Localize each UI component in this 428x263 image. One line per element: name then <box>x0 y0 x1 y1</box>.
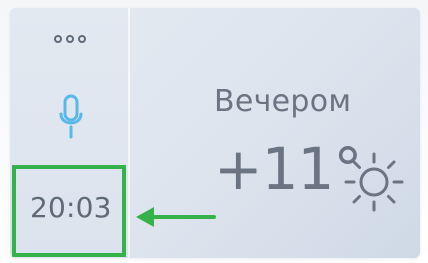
time-display: 20:03 <box>30 191 112 224</box>
more-options-button[interactable] <box>44 32 96 46</box>
sun-icon <box>344 152 404 212</box>
sidebar-divider <box>128 8 130 258</box>
dot-3 <box>78 35 86 43</box>
screen: 20:03 Вечером +11° <box>0 0 428 263</box>
time-highlight-box: 20:03 <box>12 165 126 257</box>
microphone-icon[interactable] <box>56 94 86 140</box>
annotation-arrow-icon <box>136 207 216 227</box>
dot-1 <box>54 35 62 43</box>
alice-widget: 20:03 Вечером +11° <box>10 8 420 258</box>
sidebar: 20:03 <box>10 8 128 258</box>
weather-period-label: Вечером <box>214 84 352 119</box>
dot-2 <box>66 35 74 43</box>
